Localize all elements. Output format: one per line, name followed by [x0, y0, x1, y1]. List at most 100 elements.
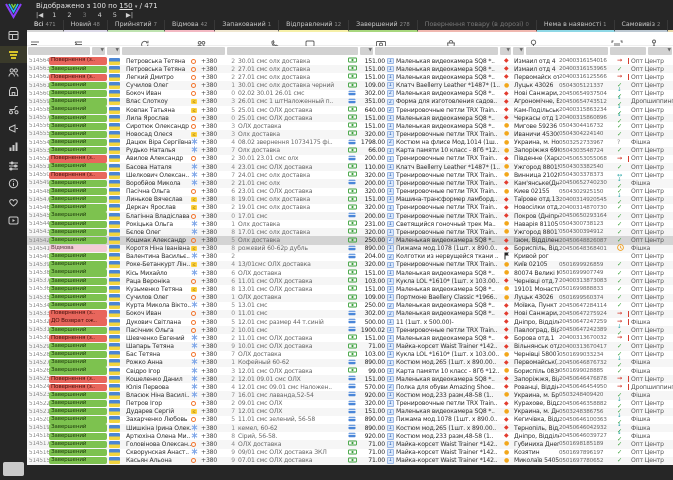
column-filter-6[interactable] — [375, 47, 498, 55]
table-row[interactable]: 514560 Завершений Бокоч Иван +380 0 02.02 30.… — [27, 87, 673, 100]
column-filter-2[interactable]: ▼ — [107, 47, 120, 55]
table-row[interactable]: 514553 Завершений Рудько Наталья +380 7 Олх д… — [27, 146, 673, 155]
table-row[interactable]: 514537 Завершений Раца Вероніка +380 6 11.01 … — [27, 277, 673, 286]
page-button-3[interactable]: 3 — [82, 11, 86, 19]
table-row[interactable]: 514559 Завершений Влас Слоткоу ic +380 3 26.01… — [27, 95, 673, 108]
table-row[interactable]: 514562 Повернення (з.. Легкий Дмитро +380 2 2… — [27, 73, 673, 82]
tab-1[interactable]: Новий 48 — [63, 20, 108, 32]
table-row[interactable]: 514517 Завершений Головінова Олексан.. +380… — [27, 440, 673, 449]
tab-4[interactable]: Запакований 1 — [215, 20, 280, 32]
tab-9[interactable]: Самовивіз 2 — [614, 20, 669, 32]
table-row[interactable]: 514532 ДО Возврат ож.. Дукович Світлана +38… — [27, 318, 673, 326]
table-row[interactable]: 514522 Завершений Петров Ігор +380 2 09.01 см… — [27, 397, 673, 410]
qty-badge: 1 — [387, 326, 394, 334]
table-row[interactable]: 514515 Завершений Касьян Альона +380 9 07.01 … — [27, 456, 673, 465]
column-filter-7[interactable]: ▼ — [500, 47, 511, 55]
table-row[interactable]: 514535 Завершений Сучилов Олег +380 1 ОЛХ дос… — [27, 293, 673, 302]
tab-6[interactable]: Завершений 278 — [349, 20, 418, 32]
tab-3[interactable]: Відмова 42 — [164, 20, 216, 32]
sidebar-item-megaphone[interactable] — [0, 120, 27, 137]
return-arrow-icon: → — [617, 384, 629, 391]
column-filter-3[interactable] — [122, 47, 225, 55]
table-row[interactable]: 514531 Завершений Пасічник Ольга +380 2 10.01… — [27, 324, 673, 337]
table-row[interactable]: 514545 Завершений Благінна Владіслава +380 0… — [27, 211, 673, 221]
sidebar-collapse-button[interactable] — [3, 462, 24, 476]
first-page-button[interactable]: |◀ — [36, 11, 43, 19]
table-row[interactable]: 514552 Повернення (з.. Авилов Александр +38… — [27, 155, 673, 163]
table-row[interactable]: 514563 Завершений Петровська Тетяна +380 2 27… — [27, 65, 673, 74]
ttn-number: 0501699560374 — [559, 294, 604, 301]
table-row[interactable]: 514544 Завершений Рокіцька Ольга +380 1 Олх д… — [27, 220, 673, 228]
table-row[interactable]: 514556 Завершений Сиротюк Олександр +380 3 ОЛ… — [27, 122, 673, 130]
table-row[interactable]: 514547 Завершений Линьков Вячеслав ic +380 8 1… — [27, 193, 673, 206]
table-row[interactable]: 514518 Завершений Артюхіна Олена Ми.. +380 8… — [27, 430, 673, 443]
table-row[interactable]: 514516 Завершений Скворунская Анаст.. +380 9… — [27, 448, 673, 457]
table-row[interactable]: 514557 Завершений Лила Ярослав +380 0 25.01 с… — [27, 112, 673, 125]
table-row[interactable]: 514555 Завершений Новосад Олеся ic +380 3 Олх … — [27, 130, 673, 139]
column-filter-1[interactable]: ▼ — [92, 47, 105, 55]
table-row[interactable]: 514524 Повернення (з.. Юлія Первова +380 4 12… — [27, 383, 673, 391]
table-row[interactable]: 514528 Завершений Бас Тетяна +380 7 ОЛХ доста… — [27, 351, 673, 359]
table-row[interactable]: 514549 Завершений Воробйов Микола +380 2 21.0… — [27, 177, 673, 190]
table-row[interactable]: 514548 Завершений Пасічна Ольга +380 6 23.01 … — [27, 188, 673, 196]
tab-5[interactable]: Відправлений 12 — [279, 20, 350, 32]
table-row[interactable]: 514539 Завершений Роке-Бетанкурт Лін.. ic +3… — [27, 260, 673, 270]
table-row[interactable]: 514550 Повернення (з.. Шелкович Олексан.. +… — [27, 171, 673, 179]
app-logo-icon[interactable] — [4, 2, 23, 20]
sidebar-item-orders[interactable] — [0, 45, 27, 63]
table-row[interactable]: 514523 Завершений Власюк Ніна Василі.. +380… — [27, 391, 673, 400]
table-row[interactable]: 514554 Завершений Дацюк Віра Сергіївна +380… — [27, 138, 673, 147]
column-filter-5[interactable]: ▼ — [360, 47, 373, 55]
table-row[interactable]: 514538 Завершений Кісь Михайло +380 6 ОЛХ дос… — [27, 269, 673, 277]
table-row[interactable]: 514530 Повернення (з.. Шевченко Евгений +38… — [27, 334, 673, 343]
page-button-1[interactable]: 1 — [52, 11, 56, 19]
table-row[interactable]: 514564 Повернення (з.. Петровська Тетяна +3… — [27, 57, 673, 65]
table-row[interactable]: 514546 Завершений Деркач Ярослав ic +380 2 19.… — [27, 204, 673, 212]
table-row[interactable]: 514542 Завершений Кошмак Александр +380 5 Олх… — [27, 236, 673, 245]
table-row[interactable]: 514536 Завершений Кузьменко Тетяна ic +380 8 1… — [27, 285, 673, 294]
column-filter-10[interactable] — [610, 47, 646, 55]
sidebar-item-shop[interactable] — [0, 83, 27, 100]
sidebar-item-dashboard[interactable] — [0, 27, 27, 44]
column-filter-4[interactable] — [227, 47, 358, 55]
column-filter-11[interactable]: ▼ — [648, 47, 672, 55]
order-id: 514564 — [29, 58, 49, 65]
page-button-4[interactable]: 4 — [98, 11, 102, 19]
table-row[interactable]: 514520 Завершений Захарченко Любовь +380 5 11… — [27, 413, 673, 426]
carrier-cell: ◆ — [504, 375, 514, 383]
table-row[interactable]: 514561 Завершений Сучилов Олег +380 1 30.01 с… — [27, 81, 673, 90]
tab-8[interactable]: Нема в наявності 1 — [536, 20, 615, 32]
tab-2[interactable]: Прийнятий 7 — [107, 20, 165, 32]
table-row[interactable]: 514526 Завершений Свідро Ігор +380 3 12.01 см… — [27, 367, 673, 375]
column-filter-0[interactable] — [28, 47, 90, 55]
table-row[interactable]: 514551 Завершений Басова Наталя +380 4 23.01 … — [27, 163, 673, 172]
table-row[interactable]: 514525 Повернення (з.. Кошеленко Данил +380… — [27, 375, 673, 384]
page-button-2[interactable]: 2 — [67, 11, 71, 19]
page-button-5[interactable]: 5 — [113, 11, 117, 19]
table-row[interactable]: 514533 Повернення (з.. Бокоч Иван +380 0 11.0… — [27, 309, 673, 318]
tab-7[interactable]: Повернення товару (в дорозі) 0 — [417, 20, 537, 32]
table-row[interactable]: 514541 Відмова Коротя Ніна Іванівна ic +380 8… — [27, 244, 673, 253]
chevron-down-icon[interactable]: ▾ — [135, 4, 138, 10]
table-row[interactable]: 514540 Завершений Валентина Васильє.. +380 2… — [27, 252, 673, 261]
table-row[interactable]: 514527 Завершений Рожко Анна +380 1 Кофейный … — [27, 356, 673, 369]
table-row[interactable]: 514521 Завершений Дударев Сергій ic +380 7 12.… — [27, 407, 673, 416]
sidebar-item-clients[interactable] — [0, 64, 27, 81]
table-row[interactable]: 514558 Завершений Ковпак Татьяна ic +380 5 25.… — [27, 104, 673, 117]
tab-10[interactable]: Сервіси0 — [668, 20, 673, 32]
table-row[interactable]: 514529 Завершений Шапарь Тетяна +380 9 10.01 … — [27, 342, 673, 351]
sidebar-item-stats[interactable] — [0, 138, 27, 155]
sidebar-item-settings[interactable] — [0, 157, 27, 174]
sidebar-item-video[interactable] — [0, 212, 27, 229]
table-row[interactable]: 514534 Завершений Курта Микола Вікто.. +380… — [27, 301, 673, 310]
last-page-button[interactable]: ▶| — [126, 11, 133, 19]
sidebar-item-partners[interactable] — [0, 194, 27, 211]
column-filter-9[interactable] — [526, 47, 608, 55]
column-filter-8[interactable]: ▼ — [513, 47, 524, 55]
sidebar-item-info[interactable] — [0, 175, 27, 192]
sidebar-item-delivery[interactable] — [0, 101, 27, 118]
tab-0[interactable]: Всі 471 — [27, 20, 64, 32]
table-row[interactable]: 514543 Завершений Бєлов Олег +380 8 17.01 смс… — [27, 228, 673, 237]
page-size-select[interactable]: 150 — [119, 2, 132, 10]
table-row[interactable]: 514519 Завершений Шишкіна Ірина Олек.. +380… — [27, 422, 673, 435]
